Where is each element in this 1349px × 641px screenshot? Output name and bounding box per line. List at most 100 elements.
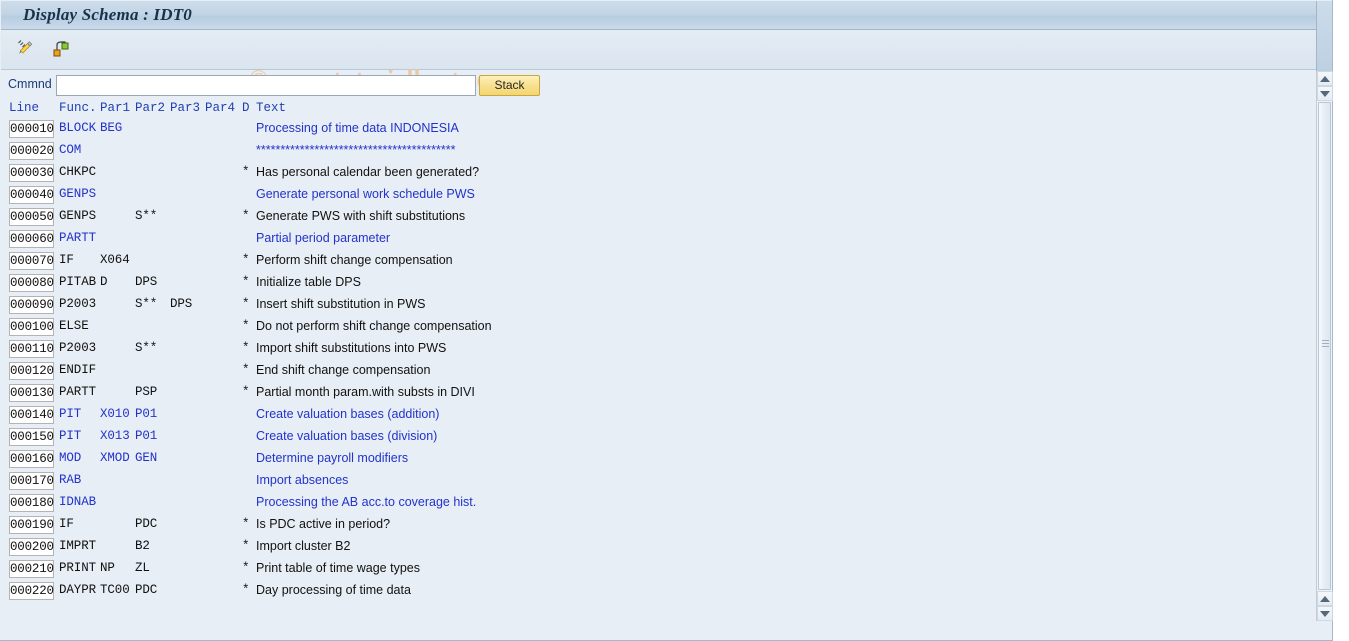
table-row[interactable]: 000070 IF X064 * Perform shift change compen…	[1, 250, 1316, 272]
row-cell-text[interactable]: Has personal calendar been generated?	[256, 165, 479, 179]
row-cell-func[interactable]: IF	[59, 253, 74, 267]
row-cell-text[interactable]: Partial month param.with substs in DIVI	[256, 385, 475, 399]
row-line-number[interactable]: 000070	[9, 252, 54, 270]
table-row[interactable]: 000150 PIT X013 P01 Create valuation bases (…	[1, 426, 1316, 448]
row-line-number[interactable]: 000100	[9, 318, 54, 336]
grid-vertical-scrollbar[interactable]	[1316, 101, 1333, 621]
row-cell-par2[interactable]: S**	[135, 209, 157, 223]
row-cell-func[interactable]: BLOCK	[59, 121, 96, 135]
row-cell-text[interactable]: Partial period parameter	[256, 231, 390, 245]
row-cell-par3[interactable]: DPS	[170, 297, 192, 311]
row-cell-func[interactable]: PRINT	[59, 561, 96, 575]
row-cell-par1[interactable]: X013	[100, 429, 130, 443]
row-cell-text[interactable]: Determine payroll modifiers	[256, 451, 408, 465]
command-scrollbar[interactable]	[1316, 71, 1333, 101]
row-cell-text[interactable]: Insert shift substitution in PWS	[256, 297, 426, 311]
table-row[interactable]: 000020 COM *******************************…	[1, 140, 1316, 162]
table-row[interactable]: 000010 BLOCK BEG Processing of time data IN…	[1, 118, 1316, 140]
row-cell-par1[interactable]: BEG	[100, 121, 122, 135]
row-cell-d[interactable]: *	[242, 539, 250, 553]
table-row[interactable]: 000050 GENPS S** * Generate PWS with shift s…	[1, 206, 1316, 228]
row-cell-text[interactable]: Import cluster B2	[256, 539, 350, 553]
table-row[interactable]: 000060 PARTT Partial period parameter	[1, 228, 1316, 250]
row-cell-d[interactable]: *	[242, 385, 250, 399]
row-cell-text[interactable]: Import absences	[256, 473, 348, 487]
row-cell-text[interactable]: ****************************************…	[256, 143, 455, 157]
row-cell-par2[interactable]: S**	[135, 297, 157, 311]
command-input[interactable]	[56, 75, 476, 96]
row-cell-par2[interactable]: GEN	[135, 451, 157, 465]
row-cell-d[interactable]: *	[242, 209, 250, 223]
row-cell-text[interactable]: Generate PWS with shift substitutions	[256, 209, 465, 223]
row-line-number[interactable]: 000220	[9, 582, 54, 600]
row-cell-text[interactable]: Do not perform shift change compensation	[256, 319, 492, 333]
row-line-number[interactable]: 000010	[9, 120, 54, 138]
row-line-number[interactable]: 000050	[9, 208, 54, 226]
table-row[interactable]: 000160 MOD XMOD GEN Determine payroll modifi…	[1, 448, 1316, 470]
table-row[interactable]: 000170 RAB Import absences	[1, 470, 1316, 492]
row-cell-text[interactable]: Generate personal work schedule PWS	[256, 187, 475, 201]
stack-button[interactable]: Stack	[479, 75, 540, 96]
row-cell-par1[interactable]: D	[100, 275, 108, 289]
row-cell-d[interactable]: *	[242, 561, 250, 575]
row-line-number[interactable]: 000080	[9, 274, 54, 292]
row-cell-d[interactable]: *	[242, 341, 250, 355]
edit-schema-button[interactable]	[13, 37, 39, 63]
row-cell-func[interactable]: PITAB	[59, 275, 96, 289]
table-row[interactable]: 000190 IF PDC * Is PDC active in period?	[1, 514, 1316, 536]
row-line-number[interactable]: 000030	[9, 164, 54, 182]
row-cell-par2[interactable]: PDC	[135, 583, 157, 597]
row-cell-d[interactable]: *	[242, 363, 250, 377]
row-cell-text[interactable]: Processing of time data INDONESIA	[256, 121, 459, 135]
row-cell-func[interactable]: PIT	[59, 429, 81, 443]
row-line-number[interactable]: 000180	[9, 494, 54, 512]
row-line-number[interactable]: 000020	[9, 142, 54, 160]
row-cell-func[interactable]: COM	[59, 143, 81, 157]
row-cell-text[interactable]: Processing the AB acc.to coverage hist.	[256, 495, 476, 509]
row-cell-func[interactable]: CHKPC	[59, 165, 96, 179]
scrollbar-thumb[interactable]	[1318, 102, 1331, 590]
row-cell-func[interactable]: P2003	[59, 341, 96, 355]
row-cell-text[interactable]: Create valuation bases (addition)	[256, 407, 439, 421]
table-row[interactable]: 000120 ENDIF * End shift change compensatio…	[1, 360, 1316, 382]
row-cell-text[interactable]: Perform shift change compensation	[256, 253, 453, 267]
row-line-number[interactable]: 000040	[9, 186, 54, 204]
row-cell-func[interactable]: PIT	[59, 407, 81, 421]
row-cell-func[interactable]: PARTT	[59, 385, 96, 399]
row-cell-par2[interactable]: B2	[135, 539, 150, 553]
row-cell-d[interactable]: *	[242, 253, 250, 267]
row-line-number[interactable]: 000140	[9, 406, 54, 424]
row-cell-d[interactable]: *	[242, 297, 250, 311]
table-row[interactable]: 000040 GENPS Generate personal work schedu…	[1, 184, 1316, 206]
table-row[interactable]: 000220 DAYPR TC00 PDC * Day processing of tim…	[1, 580, 1316, 602]
row-cell-par2[interactable]: PDC	[135, 517, 157, 531]
row-cell-func[interactable]: IF	[59, 517, 74, 531]
row-line-number[interactable]: 000090	[9, 296, 54, 314]
table-row[interactable]: 000110 P2003 S** * Import shift substitution…	[1, 338, 1316, 360]
row-line-number[interactable]: 000160	[9, 450, 54, 468]
scroll-up-button-bottom[interactable]	[1317, 591, 1333, 606]
table-row[interactable]: 000210 PRINT NP ZL * Print table of time wage…	[1, 558, 1316, 580]
scroll-down-button-bottom[interactable]	[1317, 606, 1333, 621]
row-cell-d[interactable]: *	[242, 517, 250, 531]
row-line-number[interactable]: 000200	[9, 538, 54, 556]
table-row[interactable]: 000030 CHKPC * Has personal calendar been g…	[1, 162, 1316, 184]
scroll-up-button-top[interactable]	[1317, 71, 1333, 86]
row-cell-func[interactable]: GENPS	[59, 187, 96, 201]
row-cell-d[interactable]: *	[242, 275, 250, 289]
table-row[interactable]: 000200 IMPRT B2 * Import cluster B2	[1, 536, 1316, 558]
row-cell-par1[interactable]: TC00	[100, 583, 130, 597]
row-cell-text[interactable]: Initialize table DPS	[256, 275, 361, 289]
row-cell-par2[interactable]: DPS	[135, 275, 157, 289]
row-cell-par2[interactable]: P01	[135, 407, 157, 421]
row-cell-par2[interactable]: P01	[135, 429, 157, 443]
row-cell-par1[interactable]: NP	[100, 561, 115, 575]
row-cell-d[interactable]: *	[242, 165, 250, 179]
row-cell-text[interactable]: Is PDC active in period?	[256, 517, 390, 531]
row-cell-text[interactable]: Print table of time wage types	[256, 561, 420, 575]
row-cell-par2[interactable]: S**	[135, 341, 157, 355]
row-cell-func[interactable]: GENPS	[59, 209, 96, 223]
row-cell-par1[interactable]: X064	[100, 253, 130, 267]
row-cell-func[interactable]: P2003	[59, 297, 96, 311]
row-cell-par1[interactable]: X010	[100, 407, 130, 421]
